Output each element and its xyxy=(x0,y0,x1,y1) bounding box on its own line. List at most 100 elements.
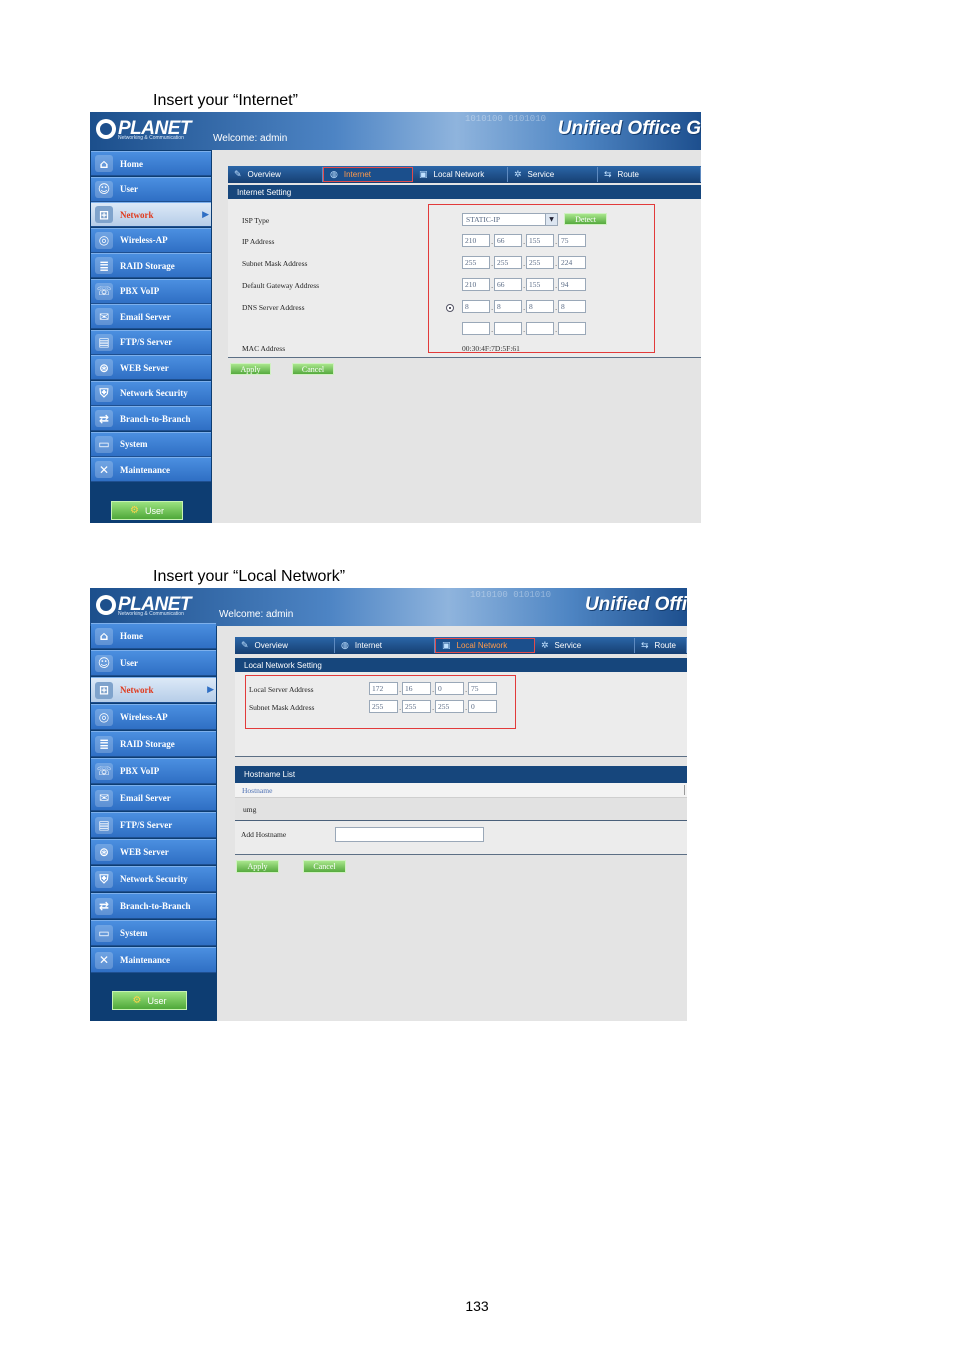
sidebar-item-branch-to-branch[interactable]: ⇄ Branch-to-Branch xyxy=(91,893,216,919)
sidebar-item-user[interactable]: ☺ User xyxy=(91,650,216,676)
hostname-table: Hostname umg Add Hostname xyxy=(235,783,687,855)
tab-label: Internet xyxy=(354,641,382,650)
cancel-button[interactable]: Cancel xyxy=(292,363,334,375)
system-icon: ▭ xyxy=(95,435,113,453)
screenshot-local-network: PLANET Networking & Communication Welcom… xyxy=(90,588,687,1021)
user-icon: ☺ xyxy=(95,180,113,198)
sidebar-item-label: Branch-to-Branch xyxy=(120,901,191,911)
chevron-right-icon: ▶ xyxy=(207,685,214,695)
table-row[interactable]: umg xyxy=(235,798,687,821)
tab-route[interactable]: ⇆ Route xyxy=(598,167,701,182)
sidebar-item-network[interactable]: ⊞ Network ▶ xyxy=(91,677,216,703)
hostname-list-title: Hostname List xyxy=(235,766,687,783)
column-divider xyxy=(684,785,685,795)
hostname-column-header[interactable]: Hostname xyxy=(242,786,272,795)
tab-local-network[interactable]: ▣ Local Network xyxy=(435,638,535,653)
sidebar-item-wireless-ap[interactable]: ◎ Wireless-AP xyxy=(91,704,216,730)
storage-icon: ≣ xyxy=(95,735,113,753)
tab-label: Internet xyxy=(343,170,371,179)
sidebar-item-label: User xyxy=(120,184,138,194)
sidebar-item-ftp-s-server[interactable]: ▤ FTP/S Server xyxy=(91,812,216,838)
sidebar-item-label: Network Security xyxy=(120,388,188,398)
route-icon: ⇆ xyxy=(641,640,649,651)
sidebar-item-network[interactable]: ⊞ Network ▶ xyxy=(91,202,211,227)
sidebar-item-raid-storage[interactable]: ≣ RAID Storage xyxy=(91,731,216,757)
sidebar-item-user[interactable]: ☺ User xyxy=(91,176,211,202)
tab-bar: ✎ Overview ◍ Internet ▣ Local Network ✲ Service… xyxy=(228,166,701,183)
header-bar: PLANET Networking & Communication Welcom… xyxy=(90,112,701,150)
caption-internet: Insert your “Internet” xyxy=(153,92,298,109)
tab-label: Overview xyxy=(247,170,281,179)
apply-button[interactable]: Apply xyxy=(236,860,279,873)
sidebar-item-maintenance[interactable]: ✕ Maintenance xyxy=(91,457,211,482)
cancel-button[interactable]: Cancel xyxy=(303,860,346,873)
sidebar-item-pbx-voip[interactable]: ☏ PBX VoIP xyxy=(91,278,211,304)
planet-logo-icon xyxy=(96,119,116,139)
sidebar-item-pbx-voip[interactable]: ☏ PBX VoIP xyxy=(91,758,216,784)
gateway-label: Default Gateway Address xyxy=(242,281,320,290)
sidebar-item-label: RAID Storage xyxy=(120,260,175,271)
phone-icon: ☏ xyxy=(95,762,113,780)
welcome-text: Welcome: admin xyxy=(213,133,288,144)
sidebar-item-label: Maintenance xyxy=(120,955,170,965)
add-hostname-input[interactable] xyxy=(335,827,484,842)
sidebar-item-label: Network xyxy=(120,209,154,220)
branch-icon: ⇄ xyxy=(95,410,113,427)
storage-icon: ≣ xyxy=(95,257,113,274)
sidebar-item-web-server[interactable]: ⊛ WEB Server xyxy=(91,839,216,865)
service-icon: ✲ xyxy=(541,640,549,651)
highlight-box xyxy=(245,675,516,729)
sidebar-item-raid-storage[interactable]: ≣ RAID Storage xyxy=(91,253,211,278)
sidebar-item-system[interactable]: ▭ System xyxy=(91,920,216,946)
sidebar-item-label: Maintenance xyxy=(120,464,170,475)
tab-service[interactable]: ✲ Service xyxy=(508,167,598,182)
tab-local-network[interactable]: ▣ Local Network xyxy=(413,167,508,182)
sidebar-item-maintenance[interactable]: ✕ Maintenance xyxy=(91,947,216,973)
product-brand: Unified Office G xyxy=(557,118,701,139)
logo-subtitle: Networking & Communication xyxy=(118,135,184,141)
wireless-icon: ◎ xyxy=(95,708,113,726)
computer-icon: ▣ xyxy=(442,640,451,651)
apply-button[interactable]: Apply xyxy=(230,363,271,375)
tab-service[interactable]: ✲ Service xyxy=(535,638,635,653)
user-button[interactable]: ⚙ User xyxy=(111,501,183,520)
security-icon: ⛨ xyxy=(95,384,113,402)
sidebar-item-email-server[interactable]: ✉ Email Server xyxy=(91,785,216,811)
tab-overview[interactable]: ✎ Overview xyxy=(228,167,323,182)
tab-label: Route xyxy=(617,170,639,179)
tab-route[interactable]: ⇆ Route xyxy=(635,638,687,653)
add-hostname-label: Add Hostname xyxy=(241,830,287,839)
sidebar-item-home[interactable]: ⌂ Home xyxy=(91,151,211,176)
folder-icon: ▤ xyxy=(95,333,113,351)
sidebar-item-network-security[interactable]: ⛨ Network Security xyxy=(91,866,216,892)
sidebar-item-label: Network xyxy=(120,685,154,695)
sidebar-item-wireless-ap[interactable]: ◎ Wireless-AP xyxy=(91,227,211,253)
sidebar-item-network-security[interactable]: ⛨ Network Security xyxy=(91,380,211,406)
tab-label: Local Network xyxy=(456,641,508,650)
user-gear-icon: ⚙ xyxy=(132,995,142,1006)
user-button[interactable]: ⚙ User xyxy=(112,991,187,1010)
sidebar-item-system[interactable]: ▭ System xyxy=(91,431,211,457)
tab-bar: ✎ Overview ◍ Internet ▣ Local Network ✲ Service… xyxy=(235,637,687,654)
sidebar-item-home[interactable]: ⌂ Home xyxy=(91,623,216,649)
sidebar-item-label: User xyxy=(120,658,138,668)
sidebar-item-ftp-s-server[interactable]: ▤ FTP/S Server xyxy=(91,329,211,355)
page-number: 133 xyxy=(465,1298,489,1314)
wireless-icon: ◎ xyxy=(95,231,113,249)
sidebar-item-branch-to-branch[interactable]: ⇄ Branch-to-Branch xyxy=(91,406,211,431)
sidebar-item-email-server[interactable]: ✉ Email Server xyxy=(91,304,211,329)
route-icon: ⇆ xyxy=(604,169,612,180)
tab-overview[interactable]: ✎ Overview xyxy=(235,638,335,653)
system-icon: ▭ xyxy=(95,924,113,942)
tab-internet[interactable]: ◍ Internet xyxy=(335,638,435,653)
sidebar-item-label: System xyxy=(120,439,148,449)
tab-internet[interactable]: ◍ Internet xyxy=(323,167,413,182)
sidebar-item-web-server[interactable]: ⊛ WEB Server xyxy=(91,355,211,380)
sidebar-item-label: Wireless-AP xyxy=(120,712,168,722)
sidebar-item-label: Email Server xyxy=(120,311,171,322)
web-icon: ⊛ xyxy=(95,843,113,861)
overview-icon: ✎ xyxy=(241,640,249,651)
phone-icon: ☏ xyxy=(95,282,113,300)
binary-decoration: 1010100 0101010 xyxy=(470,590,552,600)
user-button-label: User xyxy=(147,995,167,1006)
